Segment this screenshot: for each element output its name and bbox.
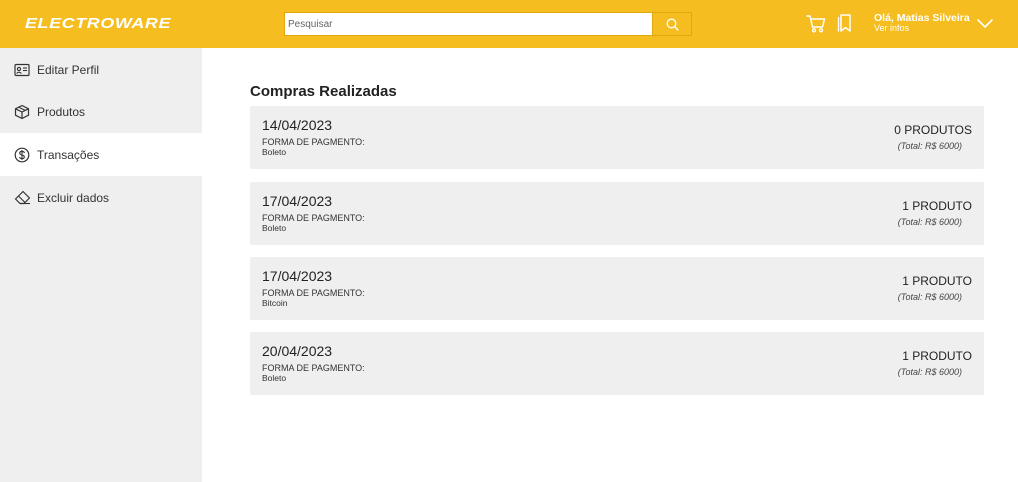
payment-label: FORMA DE PAGMENTO: — [262, 137, 365, 147]
search-input[interactable] — [285, 13, 652, 35]
payment-label: FORMA DE PAGMENTO: — [262, 213, 365, 223]
search-bar — [284, 12, 692, 36]
purchase-total: (Total: R$ 6000) — [897, 367, 962, 377]
product-count: 1 PRODUTO — [902, 349, 972, 363]
sidebar: Editar Perfil Produtos Transações Exclui… — [0, 48, 202, 482]
bookmark-icon[interactable] — [834, 12, 856, 34]
purchase-card[interactable]: 17/04/2023 FORMA DE PAGMENTO: Bitcoin 1 … — [250, 257, 984, 320]
sidebar-item-label: Editar Perfil — [37, 62, 100, 77]
purchase-total: (Total: R$ 6000) — [897, 141, 962, 151]
top-header: ELECTROWARE Olá, Matias Silveira Ver inf… — [0, 0, 1018, 48]
sidebar-item-transacoes[interactable]: Transações — [0, 133, 202, 176]
id-card-icon — [13, 61, 31, 79]
payment-method: Boleto — [262, 147, 287, 157]
purchase-total: (Total: R$ 6000) — [897, 217, 962, 227]
product-count: 1 PRODUTO — [902, 199, 972, 213]
svg-text:ELECTROWARE: ELECTROWARE — [25, 15, 172, 32]
user-subtitle-link[interactable]: Ver infos — [874, 24, 970, 33]
sidebar-item-editar-perfil[interactable]: Editar Perfil — [0, 48, 202, 91]
payment-label: FORMA DE PAGMENTO: — [262, 363, 365, 373]
eraser-icon — [13, 189, 31, 207]
sidebar-item-produtos[interactable]: Produtos — [0, 90, 202, 133]
purchase-date: 17/04/2023 — [262, 268, 333, 284]
product-count: 0 PRODUTOS — [894, 123, 972, 137]
sidebar-item-label: Excluir dados — [37, 190, 110, 205]
purchase-card[interactable]: 20/04/2023 FORMA DE PAGMENTO: Boleto 1 P… — [250, 332, 984, 395]
payment-method: Boleto — [262, 223, 287, 233]
payment-label: FORMA DE PAGMENTO: — [262, 288, 365, 298]
chevron-down-icon[interactable] — [976, 16, 994, 30]
purchase-total: (Total: R$ 6000) — [897, 292, 962, 302]
sidebar-item-label: Produtos — [37, 104, 86, 119]
sidebar-item-excluir-dados[interactable]: Excluir dados — [0, 176, 202, 219]
dollar-circle-icon — [13, 146, 31, 164]
product-count: 1 PRODUTO — [902, 274, 972, 288]
search-button[interactable] — [652, 13, 691, 35]
purchase-date: 17/04/2023 — [262, 193, 333, 209]
page-title: Compras Realizadas — [250, 83, 397, 100]
user-menu[interactable]: Olá, Matias Silveira Ver infos — [874, 13, 970, 33]
electroware-logo[interactable]: ELECTROWARE — [25, 13, 173, 33]
purchase-card[interactable]: 17/04/2023 FORMA DE PAGMENTO: Boleto 1 P… — [250, 182, 984, 245]
purchase-date: 20/04/2023 — [262, 343, 333, 359]
purchase-date: 14/04/2023 — [262, 117, 333, 133]
search-icon — [666, 18, 679, 31]
sidebar-item-label: Transações — [37, 147, 100, 162]
package-icon — [13, 103, 31, 121]
purchase-card[interactable]: 14/04/2023 FORMA DE PAGMENTO: Boleto 0 P… — [250, 106, 984, 169]
payment-method: Boleto — [262, 373, 287, 383]
cart-icon[interactable] — [805, 12, 827, 34]
payment-method: Bitcoin — [262, 298, 288, 308]
